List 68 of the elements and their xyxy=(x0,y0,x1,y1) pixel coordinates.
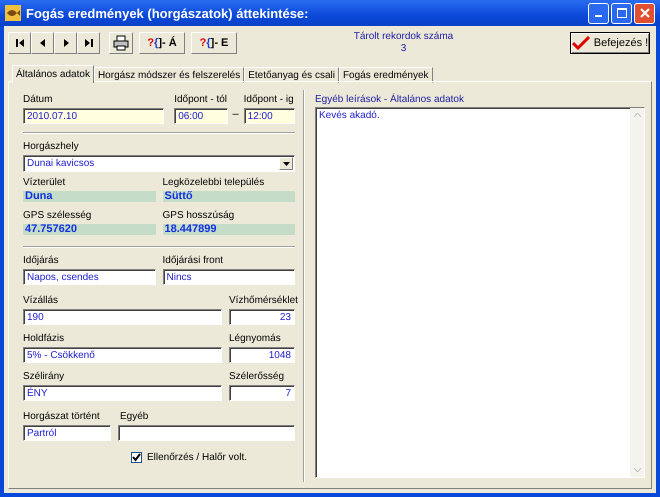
notes-field[interactable]: Kevés akadó. xyxy=(315,107,645,478)
printer-icon xyxy=(113,35,129,51)
input-field[interactable]: 5% - Csökkenő xyxy=(23,347,222,363)
info-value: 18.447899 xyxy=(162,224,295,235)
input-field[interactable]: Partról xyxy=(23,425,111,441)
check-mark-icon xyxy=(132,453,141,462)
field-label: Dátum xyxy=(23,94,54,107)
prev-record-button[interactable] xyxy=(31,32,54,54)
dropdown[interactable]: Dunai kavicsos xyxy=(23,155,295,172)
record-count: 3 xyxy=(400,43,406,55)
report-button[interactable]: ?{]- Á xyxy=(139,32,185,54)
fish-icon xyxy=(5,5,21,21)
minimize-button[interactable] xyxy=(588,2,609,24)
input-field[interactable]: 190 xyxy=(23,309,222,325)
field-label: Holdfázis xyxy=(23,333,66,346)
last-arrow-icon xyxy=(84,39,94,47)
maximize-button[interactable] xyxy=(611,2,632,24)
field-label: Időpont - tól xyxy=(174,94,228,107)
field-label: GPS hosszúság xyxy=(162,210,236,223)
prev-arrow-icon xyxy=(38,39,48,47)
input-field[interactable]: 2010.07.10 xyxy=(23,108,164,124)
tab[interactable]: Etetőanyag és csali xyxy=(244,67,339,83)
notes-label: Egyéb leírások - Általános adatok xyxy=(315,94,465,107)
info-value: 47.757620 xyxy=(23,224,156,235)
input-field[interactable]: 06:00 xyxy=(174,108,228,124)
field-label: Vízterület xyxy=(23,177,66,190)
last-record-button[interactable] xyxy=(77,32,100,54)
field-label: Légnyomás xyxy=(229,333,282,346)
checkbox[interactable]: Ellenőrzés / Halőr volt. xyxy=(70,452,248,463)
maximize-icon xyxy=(616,8,626,18)
window-title: Fogás eredmények (horgászatok) áttekintése: xyxy=(26,6,310,20)
input-field[interactable]: 23 xyxy=(229,309,295,325)
field-label: GPS szélesség xyxy=(23,210,92,223)
record-count-label: Tárolt rekordok száma xyxy=(354,31,454,43)
report-button[interactable]: ?{]- E xyxy=(191,32,237,54)
range-dash: – xyxy=(232,108,239,122)
check-icon xyxy=(572,36,590,50)
first-arrow-icon xyxy=(14,39,24,47)
info-value: Duna xyxy=(23,191,156,202)
input-field[interactable]: 12:00 xyxy=(244,108,295,124)
next-record-button[interactable] xyxy=(54,32,77,54)
print-button[interactable] xyxy=(109,32,133,54)
input-field[interactable]: 1048 xyxy=(229,347,295,363)
field-label: Időpont - ig xyxy=(244,94,295,107)
field-label: Időjárás xyxy=(23,255,60,268)
field-label: Egyéb xyxy=(119,411,150,424)
field-label: Időjárási front xyxy=(162,255,224,268)
close-icon xyxy=(640,8,650,18)
info-value: Süttő xyxy=(162,191,295,202)
field-label: Szélerősség xyxy=(229,371,286,384)
close-button[interactable] xyxy=(634,2,655,24)
first-record-button[interactable] xyxy=(8,32,31,54)
input-field[interactable]: Nincs xyxy=(162,269,295,285)
input-field[interactable] xyxy=(118,425,295,441)
checkbox-label: Ellenőrzés / Halőr volt. xyxy=(146,452,248,463)
field-label: Horgászat történt xyxy=(23,411,101,424)
field-label: Szélirány xyxy=(23,371,66,384)
field-label: Horgászhely xyxy=(23,141,80,154)
input-field[interactable]: Napos, csendes xyxy=(23,269,156,285)
dropdown-arrow-icon xyxy=(282,162,290,166)
tab[interactable]: Általános adatok xyxy=(12,65,94,83)
tab[interactable]: Fogás eredmények xyxy=(338,67,433,83)
tab[interactable]: Horgász módszer és felszerelés xyxy=(94,67,244,83)
field-label: Legközelebbi település xyxy=(162,177,266,190)
field-label: Vízállás xyxy=(23,295,60,308)
input-field[interactable]: 7 xyxy=(229,385,295,401)
finish-button[interactable]: Befejezés ! xyxy=(570,32,650,54)
input-field[interactable]: ÉNY xyxy=(23,385,222,401)
